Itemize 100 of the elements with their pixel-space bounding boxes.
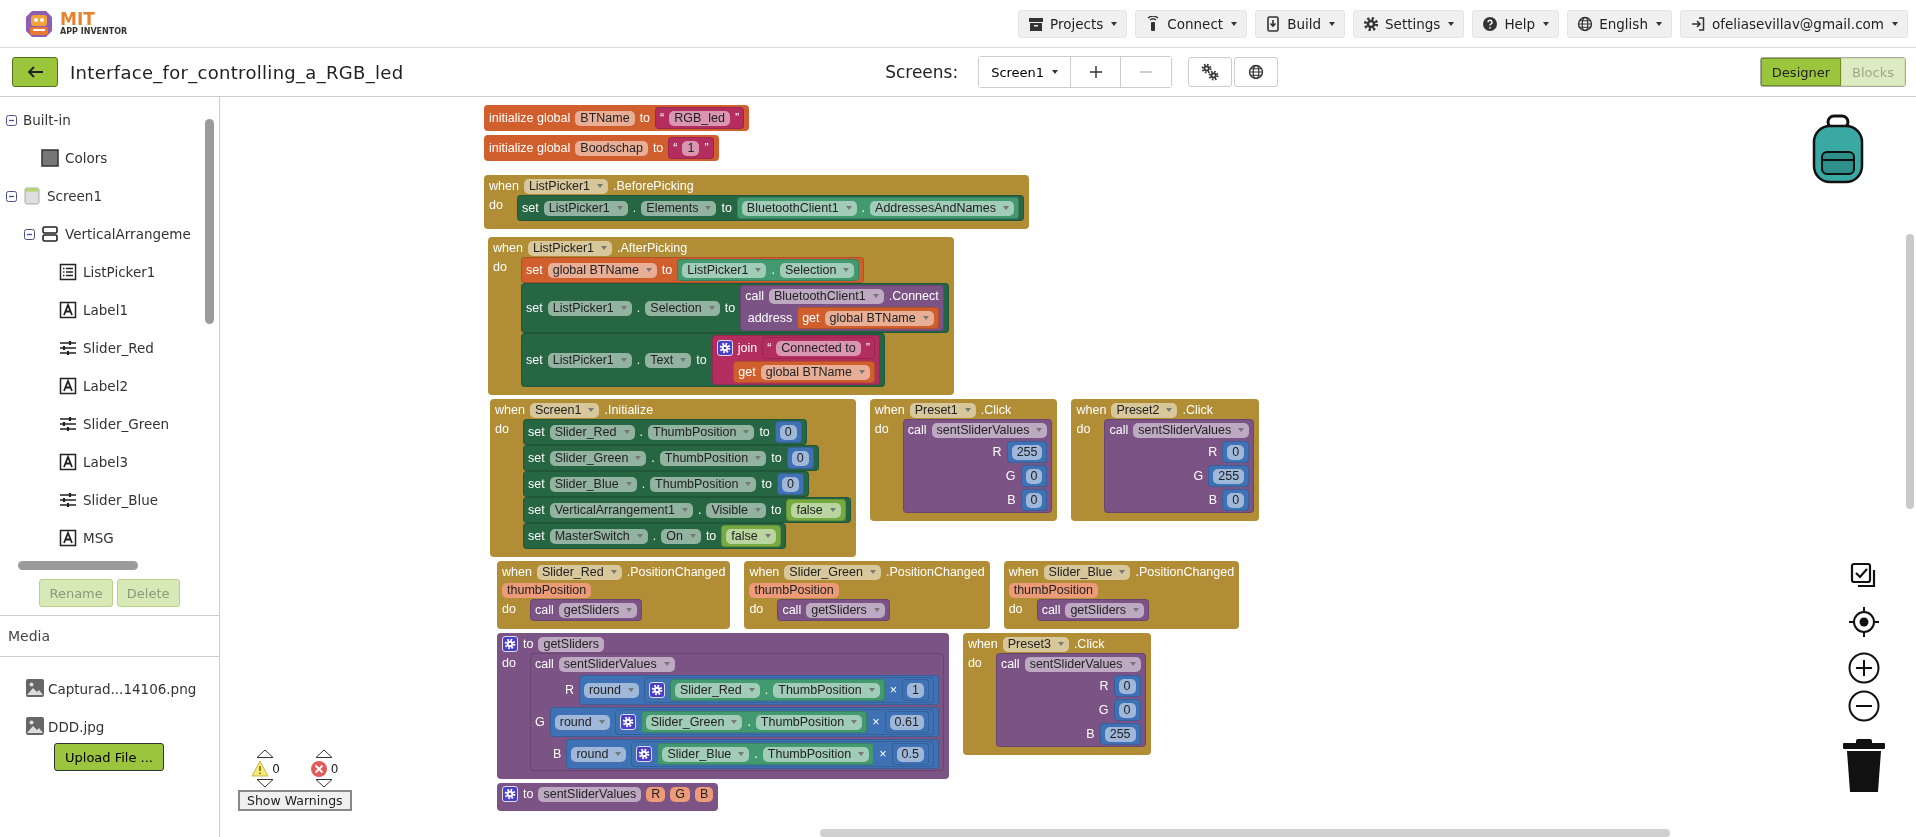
dropdown-field[interactable]: global BTName — [824, 310, 934, 326]
value-block[interactable]: 0 — [1113, 675, 1141, 697]
dropdown-field[interactable]: Slider_Blue — [1043, 564, 1131, 580]
block-field[interactable]: 0 — [1227, 492, 1245, 508]
block-field[interactable]: 0.61 — [889, 714, 924, 730]
block-field[interactable]: sentSliderValues — [538, 786, 642, 802]
value-block[interactable]: “ Connected to ” — [762, 337, 875, 359]
back-button[interactable] — [12, 57, 58, 87]
dropdown-field[interactable]: ListPicker1 — [523, 178, 609, 194]
dropdown-field[interactable]: Slider_Red — [674, 682, 760, 698]
statement-block[interactable]: set ListPicker1 . Text to join “ Connected to ” get global BTName — [521, 333, 885, 387]
statement-block[interactable]: set VerticalArrangement1 . Visible to false — [523, 497, 851, 523]
statement-block[interactable]: call getSliders — [777, 599, 890, 621]
value-block[interactable]: 0 — [1222, 489, 1250, 511]
globe-button[interactable] — [1234, 57, 1279, 87]
dropdown-field[interactable]: ListPicker1 — [527, 240, 613, 256]
block-field[interactable]: getSliders — [538, 636, 605, 652]
block-field[interactable]: 0 — [791, 450, 809, 466]
statement-block[interactable]: set ListPicker1 . Elements to BluetoothClient1 . AddressesAndNames — [517, 195, 1024, 221]
mutator-gear-icon[interactable] — [636, 746, 653, 762]
dropdown-field[interactable]: VerticalArrangement1 — [549, 502, 693, 518]
value-block[interactable]: Slider_Green . ThumbPosition × 0.61 — [614, 709, 934, 735]
block-field[interactable]: 255 — [1104, 726, 1136, 742]
dropdown-field[interactable]: MasterSwitch — [549, 528, 648, 544]
dropdown-field[interactable]: Elements — [641, 200, 717, 216]
tree-item[interactable]: Label2 — [83, 378, 128, 394]
collapse-icon[interactable] — [24, 228, 35, 240]
value-block[interactable]: Slider_Red . ThumbPosition × 1 — [643, 677, 934, 703]
statement-block[interactable]: set Slider_Red . ThumbPosition to 0 — [523, 419, 807, 445]
upload-button[interactable]: Upload File ... — [54, 743, 164, 771]
value-block[interactable]: 0 — [774, 421, 802, 443]
block-field[interactable]: 1 — [682, 140, 700, 156]
dropdown-field[interactable]: sentSliderValues — [1024, 656, 1141, 672]
event-block[interactable]: when Preset3 .Click do call sentSliderValues R 0 G 0 B 255 — [962, 633, 1151, 755]
menu-button[interactable]: English — [1567, 9, 1672, 38]
value-block[interactable]: get global BTName — [797, 307, 939, 329]
dropdown-field[interactable]: ThumbPosition — [773, 682, 880, 698]
statement-block[interactable]: set MasterSwitch . On to false — [523, 523, 786, 549]
statement-block[interactable]: set Slider_Blue . ThumbPosition to 0 — [523, 471, 809, 497]
parameter-chip[interactable]: thumbPosition — [502, 582, 592, 598]
value-block[interactable]: “ 1 ” — [668, 137, 714, 159]
value-block[interactable]: join “ Connected to ” get global BTName — [711, 335, 880, 385]
dropdown-field[interactable]: sentSliderValues — [931, 422, 1048, 438]
event-block[interactable]: when ListPicker1 .BeforePicking do set ListPicker1 . Elements to BluetoothClient1 . AddressesAndNames — [484, 175, 1029, 229]
scrollbar[interactable] — [18, 561, 138, 570]
dropdown-field[interactable]: Visible — [706, 502, 766, 518]
block-field[interactable]: 0 — [781, 476, 799, 492]
dropdown-field[interactable]: getSliders — [1065, 602, 1144, 618]
parameter-chip[interactable]: R — [646, 786, 666, 802]
event-block[interactable]: when Preset2 .Click do call sentSliderValues R 0 G 255 B 0 — [1071, 399, 1260, 521]
value-block[interactable]: Slider_Red . ThumbPosition — [669, 679, 885, 701]
dropdown-field[interactable]: ListPicker1 — [547, 300, 632, 316]
tree-item[interactable]: VerticalArrangeme — [65, 226, 191, 242]
collapse-icon[interactable] — [6, 114, 17, 126]
statement-block[interactable]: call getSliders — [1036, 599, 1149, 621]
value-block[interactable]: round Slider_Blue . ThumbPosition × 0.5 — [566, 739, 939, 769]
parameter-chip[interactable]: thumbPosition — [749, 582, 839, 598]
dropdown-field[interactable]: Preset3 — [1002, 636, 1069, 652]
value-block[interactable]: round Slider_Red . ThumbPosition × 1 — [578, 675, 939, 705]
tree-item[interactable]: Slider_Green — [83, 416, 170, 432]
tree-item[interactable]: ListPicker1 — [83, 264, 156, 280]
block-field[interactable]: 0 — [1025, 492, 1043, 508]
value-block[interactable]: ListPicker1 . Selection — [677, 259, 860, 281]
dropdown-field[interactable]: Slider_Blue — [662, 746, 750, 762]
event-block[interactable] — [488, 237, 954, 395]
media-file[interactable]: DDD.jpg — [48, 719, 105, 735]
value-block[interactable]: 0.5 — [891, 743, 929, 765]
mutator-gear-icon[interactable] — [716, 340, 733, 356]
dropdown-field[interactable]: getSliders — [558, 602, 638, 618]
parameter-chip[interactable]: G — [670, 786, 691, 802]
dropdown-field[interactable]: On — [661, 528, 701, 544]
dropdown-field[interactable]: Slider_Red — [549, 424, 635, 440]
dropdown-field[interactable]: Selection — [645, 300, 720, 316]
dropdown-field[interactable]: ThumbPosition — [762, 746, 870, 762]
dropdown-field[interactable]: ListPicker1 — [547, 352, 632, 368]
menu-button[interactable]: Build — [1255, 9, 1346, 38]
scrollbar[interactable] — [1906, 234, 1914, 509]
dropdown-field[interactable]: Slider_Green — [645, 714, 743, 730]
tree-item[interactable]: MSG — [83, 530, 114, 546]
value-block[interactable]: false — [786, 499, 846, 521]
dropdown-field[interactable]: Slider_Blue — [549, 476, 637, 492]
dropdown-field[interactable]: sentSliderValues — [1133, 422, 1250, 438]
dropdown-field[interactable]: Preset1 — [909, 402, 976, 418]
event-block[interactable]: when Slider_Blue .PositionChanged thumbPosition do call getSliders — [1003, 561, 1240, 629]
value-block[interactable]: 1 — [901, 679, 929, 701]
media-file[interactable]: Capturad...14106.png — [48, 681, 197, 697]
statement-block[interactable]: call getSliders — [530, 599, 643, 621]
dropdown-field[interactable]: round — [583, 682, 639, 698]
value-block[interactable]: 0 — [1020, 465, 1048, 487]
dropdown-field[interactable]: Slider_Red — [536, 564, 622, 580]
scrollbar[interactable] — [820, 829, 1670, 837]
dropdown-field[interactable]: false — [791, 502, 841, 518]
dropdown-field[interactable]: false — [726, 528, 776, 544]
dropdown-field[interactable]: ListPicker1 — [682, 262, 767, 278]
block-field[interactable]: 255 — [1213, 468, 1245, 484]
component-settings-button[interactable] — [1188, 57, 1233, 87]
dropdown-field[interactable]: BluetoothClient1 — [768, 288, 884, 304]
block-field[interactable]: Boodschap — [575, 140, 648, 156]
dropdown-field[interactable]: Slider_Green — [549, 450, 647, 466]
dropdown-field[interactable]: global BTName — [760, 364, 870, 380]
